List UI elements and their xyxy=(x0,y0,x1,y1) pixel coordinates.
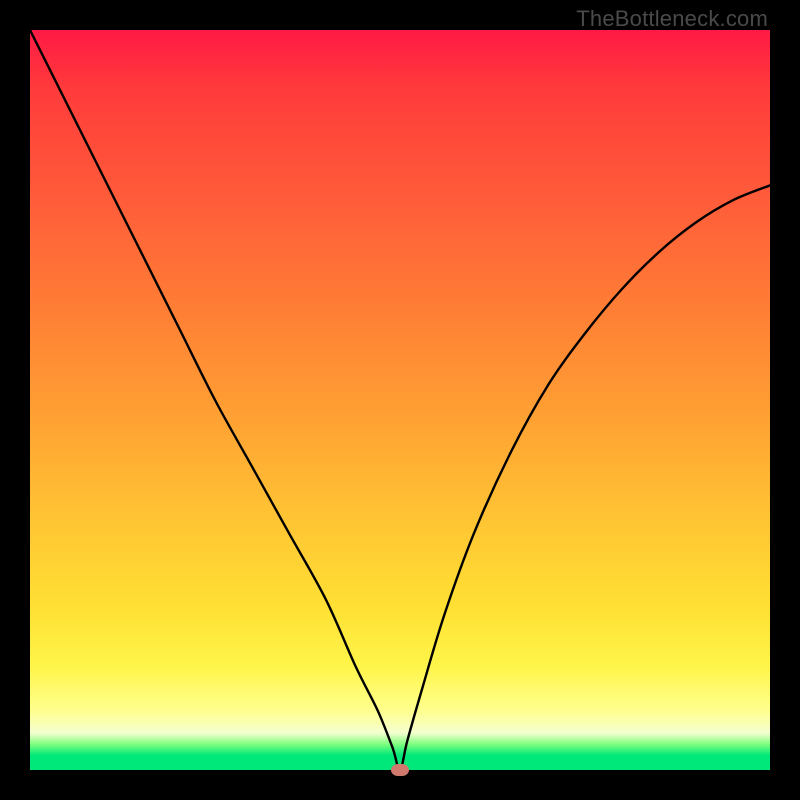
plot-area xyxy=(30,30,770,770)
optimal-point-marker xyxy=(391,764,409,776)
bottleneck-curve xyxy=(30,30,770,770)
chart-frame: TheBottleneck.com xyxy=(0,0,800,800)
watermark-text: TheBottleneck.com xyxy=(576,6,768,32)
